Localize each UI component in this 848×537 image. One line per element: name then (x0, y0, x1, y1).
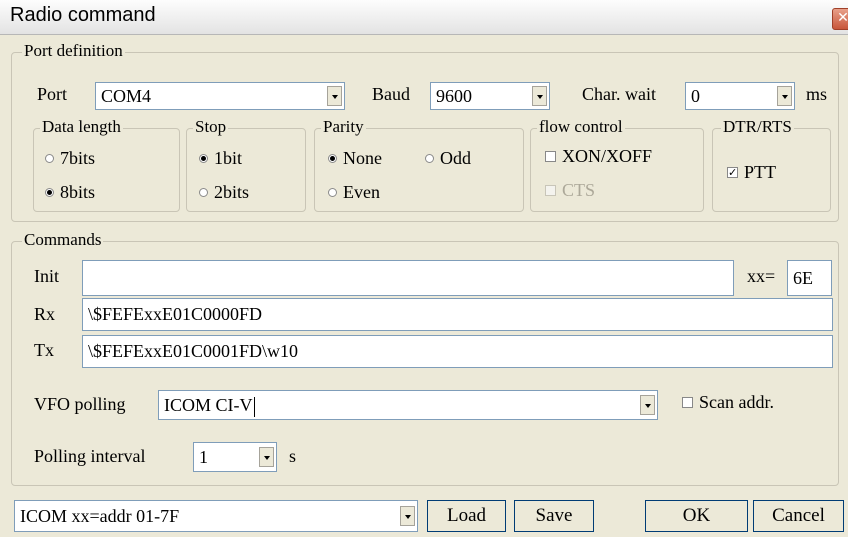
xx-value: 6E (793, 268, 813, 288)
radio-2bits-label: 2bits (214, 182, 250, 202)
baud-select[interactable]: 9600 (430, 82, 550, 110)
char-wait-select[interactable]: 0 (685, 82, 795, 110)
cancel-button[interactable]: Cancel (753, 500, 844, 532)
scan-addr-label: Scan addr. (699, 392, 774, 412)
polling-interval-select[interactable]: 1 (193, 442, 277, 472)
commands-legend: Commands (22, 230, 104, 250)
radio-parity-none-dot[interactable] (328, 154, 337, 163)
rx-label: Rx (34, 304, 56, 324)
ok-button[interactable]: OK (645, 500, 748, 532)
cts-checkbox: CTS (545, 180, 595, 201)
radio-2bits[interactable]: 2bits (199, 182, 249, 203)
radio-parity-even-dot[interactable] (328, 188, 337, 197)
cts-label: CTS (562, 180, 596, 200)
radio-parity-even-label: Even (343, 182, 380, 202)
text-caret (253, 396, 255, 417)
ptt-checkbox[interactable]: ✓ PTT (727, 162, 776, 183)
radio-1bit[interactable]: 1bit (199, 148, 242, 169)
polling-interval-unit: s (289, 446, 297, 466)
radio-parity-odd[interactable]: Odd (425, 148, 471, 169)
baud-value: 9600 (436, 86, 472, 106)
polling-interval-value: 1 (199, 447, 208, 467)
chevron-down-icon[interactable] (259, 447, 274, 467)
tx-value: \$FEFExxE01C0001FD\w10 (88, 341, 299, 361)
port-value: COM4 (101, 86, 152, 106)
chevron-down-icon[interactable] (777, 86, 792, 106)
radio-1bit-dot[interactable] (199, 154, 208, 163)
radio-7bits-label: 7bits (60, 148, 96, 168)
radio-parity-odd-dot[interactable] (425, 154, 434, 163)
scan-addr-box[interactable] (682, 397, 693, 408)
ptt-label: PTT (744, 162, 777, 182)
chevron-down-icon[interactable] (640, 395, 655, 415)
port-label: Port (37, 84, 68, 104)
init-label: Init (34, 266, 59, 286)
vfo-polling-value: ICOM CI-V (164, 395, 253, 415)
radio-1bit-label: 1bit (214, 148, 243, 168)
char-wait-unit: ms (806, 84, 828, 104)
chevron-down-icon[interactable] (400, 506, 415, 526)
radio-parity-none[interactable]: None (328, 148, 382, 169)
radio-parity-odd-label: Odd (440, 148, 471, 168)
tx-input[interactable]: \$FEFExxE01C0001FD\w10 (82, 335, 833, 368)
preset-value: ICOM xx=addr 01-7F (20, 506, 180, 526)
port-definition-legend: Port definition (22, 41, 125, 61)
title-bar[interactable]: Radio command ✕ (0, 0, 848, 35)
rx-input[interactable]: \$FEFExxE01C0000FD (82, 298, 833, 331)
xx-input[interactable]: 6E (787, 260, 832, 296)
save-button[interactable]: Save (514, 500, 594, 532)
dtr-rts-legend: DTR/RTS (721, 117, 794, 137)
radio-8bits[interactable]: 8bits (45, 182, 95, 203)
vfo-polling-label: VFO polling (34, 394, 126, 414)
radio-7bits-dot[interactable] (45, 154, 54, 163)
vfo-polling-select[interactable]: ICOM CI-V (158, 390, 658, 420)
window-title: Radio command (10, 4, 156, 26)
radio-8bits-dot[interactable] (45, 188, 54, 197)
char-wait-label: Char. wait (582, 84, 656, 104)
chevron-down-icon[interactable] (327, 86, 342, 106)
rx-value: \$FEFExxE01C0000FD (88, 304, 263, 324)
ptt-box[interactable]: ✓ (727, 167, 738, 178)
radio-8bits-label: 8bits (60, 182, 96, 202)
radio-command-dialog: Radio command ✕ Port definition Port COM… (0, 0, 848, 537)
flow-control-legend: flow control (537, 117, 625, 137)
chevron-down-icon[interactable] (532, 86, 547, 106)
load-button[interactable]: Load (427, 500, 506, 532)
cts-box (545, 185, 556, 196)
xon-xoff-checkbox[interactable]: XON/XOFF (545, 146, 652, 167)
xon-xoff-box[interactable] (545, 151, 556, 162)
polling-interval-label: Polling interval (34, 446, 146, 466)
port-select[interactable]: COM4 (95, 82, 345, 110)
stop-legend: Stop (193, 117, 229, 137)
close-icon[interactable]: ✕ (832, 8, 848, 30)
xx-label: xx= (747, 266, 776, 286)
parity-legend: Parity (321, 117, 366, 137)
preset-select[interactable]: ICOM xx=addr 01-7F (14, 500, 418, 532)
char-wait-value: 0 (691, 86, 700, 106)
scan-addr-checkbox[interactable]: Scan addr. (682, 392, 774, 413)
radio-7bits[interactable]: 7bits (45, 148, 95, 169)
tx-label: Tx (34, 340, 54, 360)
data-length-legend: Data length (40, 117, 123, 137)
init-input[interactable] (82, 260, 734, 296)
radio-parity-even[interactable]: Even (328, 182, 380, 203)
baud-label: Baud (372, 84, 410, 104)
radio-parity-none-label: None (343, 148, 382, 168)
radio-2bits-dot[interactable] (199, 188, 208, 197)
xon-xoff-label: XON/XOFF (562, 146, 653, 166)
